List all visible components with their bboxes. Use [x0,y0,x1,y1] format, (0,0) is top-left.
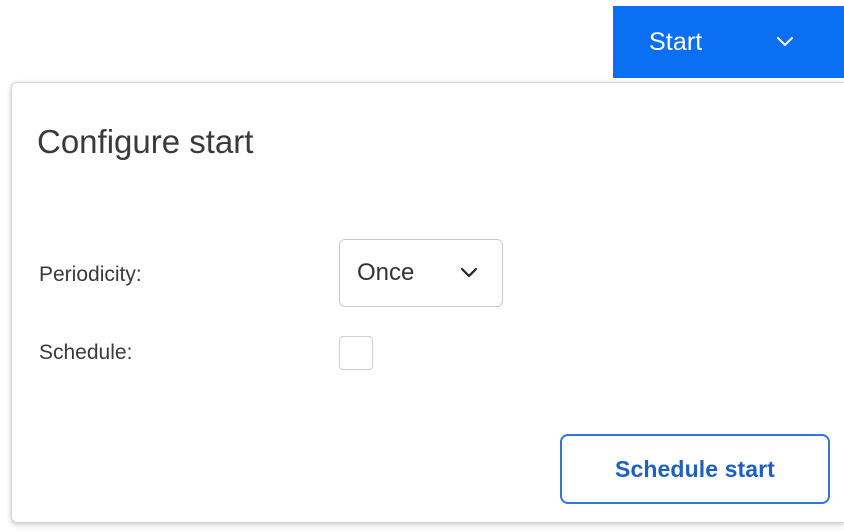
schedule-label: Schedule: [39,341,133,364]
chevron-down-icon[interactable] [776,33,794,51]
periodicity-select[interactable]: Once [339,239,503,307]
start-button-label: Start [649,27,703,56]
page: Start Configure start Periodicity: Once … [0,0,844,531]
chevron-down-icon [460,267,478,278]
configure-start-panel: Configure start Periodicity: Once Schedu… [11,82,844,523]
schedule-start-button[interactable]: Schedule start [560,434,830,504]
start-split-button[interactable]: Start [613,6,844,78]
panel-title: Configure start [37,123,254,160]
periodicity-label: Periodicity: [39,263,142,286]
schedule-checkbox[interactable] [339,336,373,370]
periodicity-select-value: Once [357,259,415,286]
